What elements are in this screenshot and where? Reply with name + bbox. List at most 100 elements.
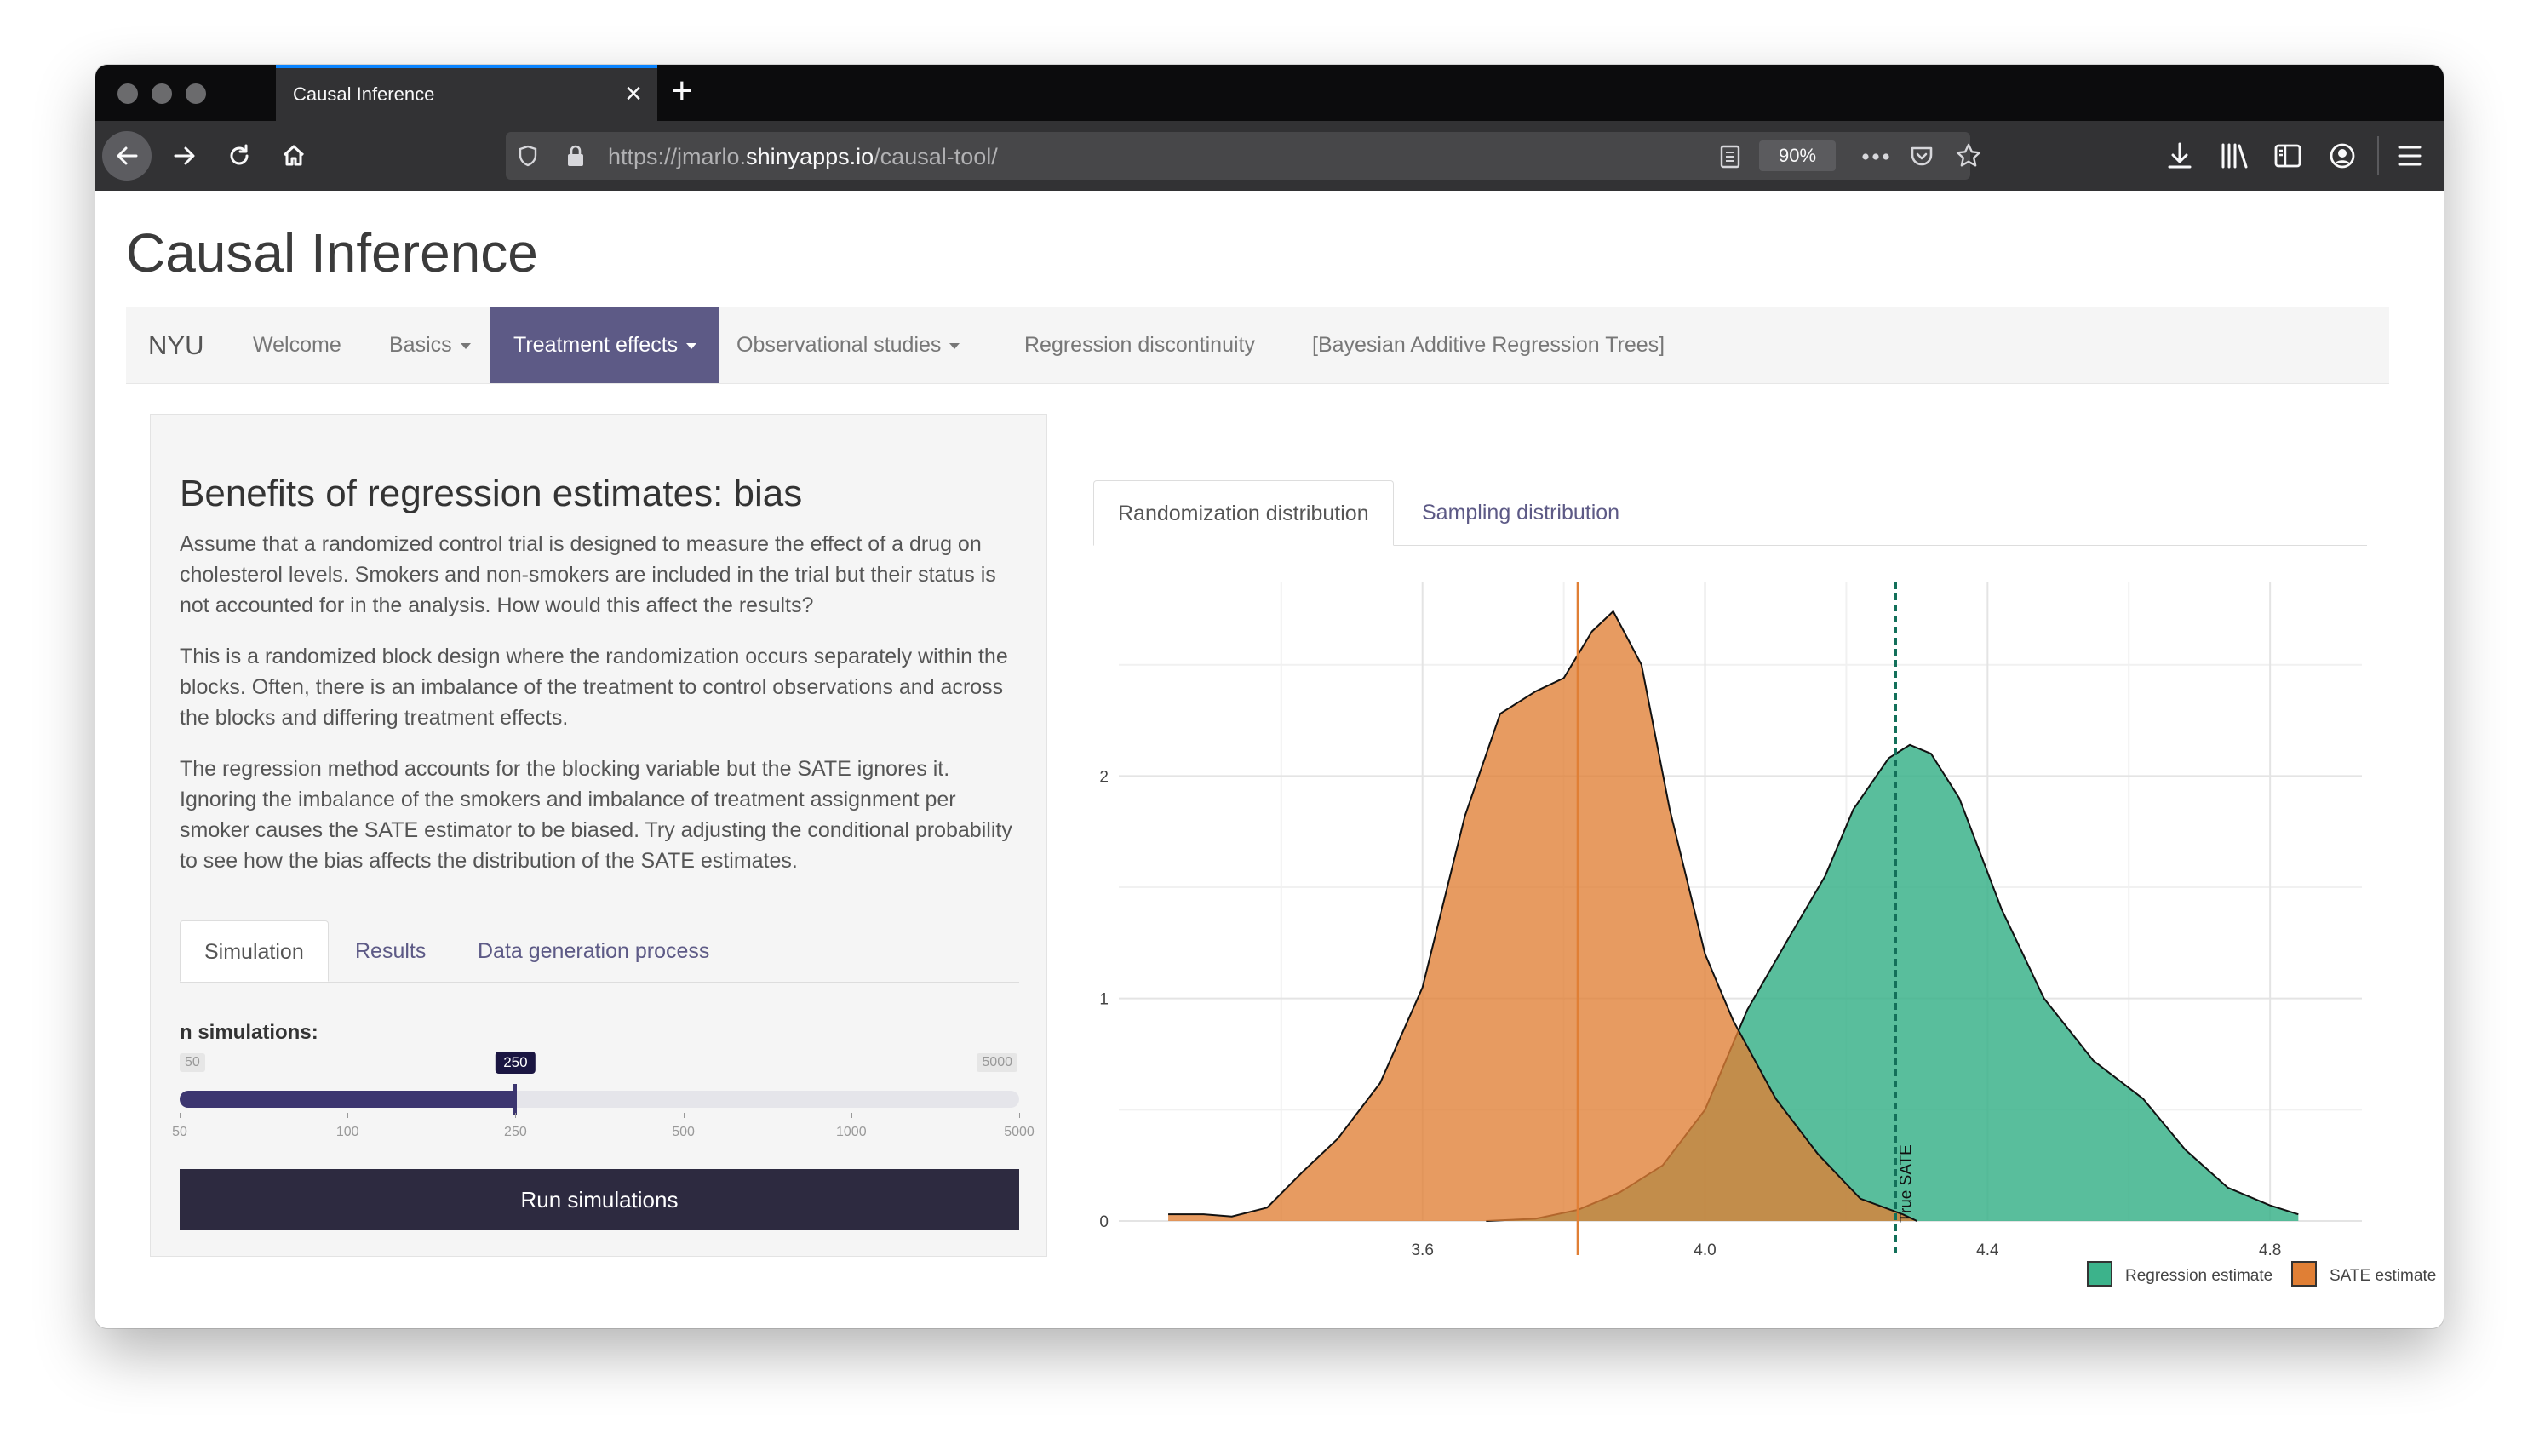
- nav-item-label: Welcome: [253, 333, 341, 357]
- legend-swatch: [2291, 1261, 2317, 1287]
- nav-item-label: Basics: [389, 333, 452, 357]
- tab-randomization-distribution[interactable]: Randomization distribution: [1093, 480, 1394, 546]
- pocket-icon[interactable]: [1909, 143, 1934, 169]
- slider-tick-label: 5000: [1004, 1125, 1035, 1139]
- sidebar-panel: Benefits of regression estimates: bias A…: [150, 414, 1047, 1257]
- library-icon[interactable]: [2219, 141, 2250, 170]
- intro-paragraph: Assume that a randomized control trial i…: [180, 532, 996, 617]
- slider-tick: [1019, 1113, 1020, 1118]
- browser-tab-title: Causal Inference: [293, 83, 435, 105]
- new-tab-icon[interactable]: +: [671, 70, 693, 112]
- navigation-toolbar: https://jmarlo.shinyapps.io/causal-tool/…: [95, 121, 2444, 191]
- slider-tick: [515, 1113, 517, 1118]
- slider-tick: [683, 1113, 685, 1118]
- zoom-window-dot[interactable]: [186, 83, 206, 104]
- nav-item-label: Observational studies: [736, 333, 942, 357]
- slider-label: n simulations:: [180, 1021, 318, 1044]
- app-navbar: NYU Welcome Basics Treatment effects Obs…: [126, 307, 2389, 384]
- arrow-right-icon: [174, 146, 195, 165]
- reader-view-icon[interactable]: [1718, 144, 1742, 169]
- design-paragraph: This is a randomized block design where …: [180, 645, 1008, 730]
- account-icon[interactable]: [2328, 141, 2357, 170]
- home-button[interactable]: [269, 131, 318, 181]
- caret-down-icon: [949, 342, 960, 349]
- nav-item-label: Treatment effects: [513, 333, 679, 357]
- y-tick-label: 0: [1099, 1213, 1109, 1231]
- slider-tick-label: 1000: [836, 1125, 867, 1139]
- legend-label: Regression estimate: [2125, 1267, 2272, 1285]
- tab-results[interactable]: Results: [331, 920, 450, 982]
- slider-value-bubble: 250: [496, 1052, 536, 1074]
- tab-data-generation-process[interactable]: Data generation process: [454, 920, 733, 982]
- legend-swatch: [2087, 1261, 2112, 1287]
- zoom-level-button[interactable]: 90%: [1759, 140, 1836, 171]
- nav-item-welcome[interactable]: Welcome: [230, 307, 364, 383]
- legend-label: SATE estimate: [2330, 1267, 2436, 1285]
- url-path: /causal-tool/: [874, 144, 998, 169]
- web-page: Causal Inference NYU Welcome Basics Trea…: [95, 191, 2444, 1328]
- caret-down-icon: [460, 342, 471, 349]
- url-prefix: https://jmarlo.: [608, 144, 747, 169]
- bookmark-star-icon[interactable]: [1955, 142, 1982, 169]
- browser-window: Causal Inference × + https://jmarlo.shin…: [95, 65, 2444, 1328]
- nav-item-label: Regression discontinuity: [1024, 333, 1255, 357]
- slider-min-label: 50: [180, 1053, 205, 1072]
- y-tick-label: 1: [1099, 991, 1109, 1009]
- tab-bar: Causal Inference × +: [95, 65, 2444, 121]
- x-tick-label: 4.4: [1976, 1241, 1999, 1259]
- url-text[interactable]: https://jmarlo.shinyapps.io/causal-tool/: [608, 144, 998, 170]
- navbar-brand[interactable]: NYU: [148, 330, 203, 361]
- slider-fill: [180, 1091, 516, 1108]
- plot-tabs: Randomization distribution Sampling dist…: [1093, 480, 2367, 546]
- lock-icon[interactable]: [564, 143, 587, 169]
- hamburger-menu-icon[interactable]: [2396, 143, 2423, 169]
- section-heading: Benefits of regression estimates: bias: [180, 473, 803, 514]
- slider-tick: [851, 1113, 852, 1118]
- nav-item-regression-discontinuity[interactable]: Regression discontinuity: [1001, 307, 1278, 383]
- x-tick-label: 3.6: [1411, 1241, 1433, 1259]
- caret-down-icon: [686, 342, 697, 349]
- nav-item-bart[interactable]: [Bayesian Additive Regression Trees]: [1289, 307, 1688, 383]
- home-icon: [283, 145, 305, 166]
- tab-sampling-distribution[interactable]: Sampling distribution: [1398, 480, 1643, 546]
- sidebar-toggle-icon[interactable]: [2273, 142, 2302, 169]
- nav-item-observational-studies[interactable]: Observational studies: [714, 307, 983, 383]
- toolbar-divider: [2377, 136, 2379, 175]
- nav-item-basics[interactable]: Basics: [366, 307, 494, 383]
- address-bar[interactable]: https://jmarlo.shinyapps.io/causal-tool/…: [506, 132, 1981, 180]
- more-actions-icon[interactable]: [1861, 152, 1890, 161]
- sidebar-tabs: Simulation Results Data generation proce…: [180, 920, 1019, 983]
- slider-tick-label: 100: [335, 1125, 359, 1139]
- slider-tick-label: 50: [172, 1125, 187, 1139]
- slider-tick-label: 500: [672, 1125, 695, 1139]
- slider-tick: [180, 1113, 181, 1118]
- density-chart: True SATE 3.6 4.0 4.4 4.8 0 1 2 Regression estim…: [1099, 582, 2436, 1287]
- browser-tab[interactable]: Causal Inference ×: [276, 65, 657, 121]
- nav-item-label: [Bayesian Additive Regression Trees]: [1312, 333, 1665, 357]
- chart-legend: Regression estimate SATE estimate: [2087, 1261, 2436, 1287]
- page-title: Causal Inference: [126, 222, 538, 284]
- slider-max-label: 5000: [977, 1053, 1017, 1072]
- arrow-left-icon: [117, 146, 138, 165]
- close-window-dot[interactable]: [117, 83, 138, 104]
- shield-icon[interactable]: [516, 144, 540, 168]
- method-paragraph: The regression method accounts for the b…: [180, 757, 1012, 873]
- forward-button[interactable]: [160, 131, 209, 181]
- download-icon[interactable]: [2166, 141, 2193, 170]
- n-simulations-slider[interactable]: [180, 1084, 1019, 1115]
- y-tick-label: 2: [1099, 768, 1109, 786]
- slider-tick-label: 250: [504, 1125, 527, 1139]
- back-button[interactable]: [102, 131, 152, 181]
- nav-item-treatment-effects[interactable]: Treatment effects: [490, 307, 720, 383]
- tab-simulation[interactable]: Simulation: [180, 920, 329, 982]
- reload-icon: [230, 144, 249, 165]
- close-tab-icon[interactable]: ×: [625, 77, 642, 111]
- reload-button[interactable]: [215, 131, 264, 181]
- slider-handle[interactable]: [513, 1084, 518, 1115]
- true-sate-label: True SATE: [1898, 1144, 1916, 1223]
- minimize-window-dot[interactable]: [152, 83, 172, 104]
- url-domain: shinyapps.io: [746, 144, 874, 169]
- slider-tick: [347, 1113, 349, 1118]
- run-simulations-button[interactable]: Run simulations: [180, 1169, 1019, 1230]
- x-tick-label: 4.8: [2259, 1241, 2281, 1259]
